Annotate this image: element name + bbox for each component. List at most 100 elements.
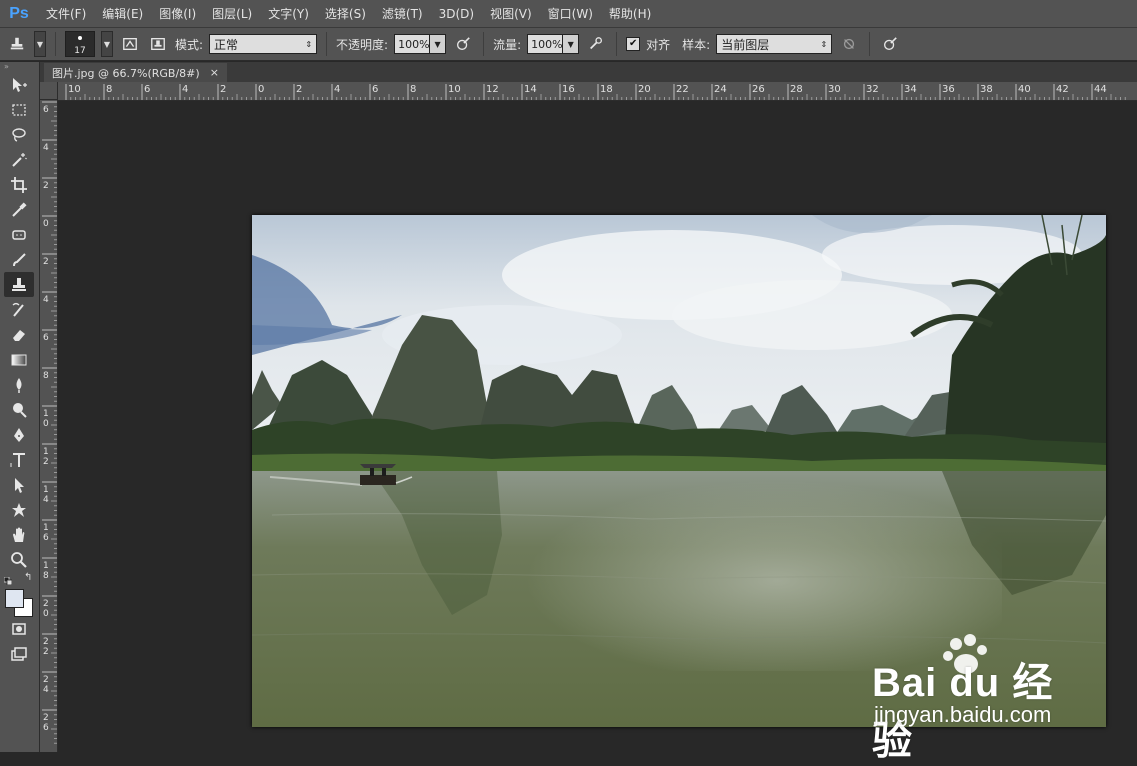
document-image[interactable] xyxy=(252,215,1106,727)
ruler-label: 1 xyxy=(43,561,49,571)
ruler-label: 6 xyxy=(43,333,49,343)
default-colors-icon[interactable] xyxy=(3,574,13,586)
ruler-label: 2 xyxy=(43,675,49,685)
ruler-label: 30 xyxy=(828,84,841,95)
mode-select[interactable]: 正常 ⇕ xyxy=(209,34,318,54)
brush-tool-icon[interactable] xyxy=(4,247,34,272)
ignore-adjustment-layers-icon[interactable] xyxy=(838,33,860,55)
ruler-label: 28 xyxy=(790,84,803,95)
sample-select[interactable]: 当前图层 ⇕ xyxy=(716,34,833,54)
ruler-label: 10 xyxy=(448,84,461,95)
healing-brush-tool-icon[interactable] xyxy=(4,222,34,247)
ruler-label: 1 xyxy=(43,447,49,457)
ruler-label: 32 xyxy=(866,84,879,95)
screen-mode-icon[interactable] xyxy=(4,641,34,666)
crop-tool-icon[interactable] xyxy=(4,172,34,197)
menu-image[interactable]: 图像(I) xyxy=(151,5,204,22)
flow-input[interactable]: 100% xyxy=(527,34,564,54)
ruler-label: 42 xyxy=(1056,84,1069,95)
menu-file[interactable]: 文件(F) xyxy=(38,5,94,22)
zoom-tool-icon[interactable] xyxy=(4,547,34,572)
ruler-label: 1 xyxy=(43,409,49,419)
blur-tool-icon[interactable] xyxy=(4,372,34,397)
path-selection-tool-icon[interactable] xyxy=(4,472,34,497)
custom-shape-tool-icon[interactable] xyxy=(4,497,34,522)
panel-collapse-icon[interactable]: » xyxy=(0,62,39,72)
ruler-label: 4 xyxy=(182,84,188,95)
menu-layer[interactable]: 图层(L) xyxy=(204,5,260,22)
tool-preset-dropdown[interactable]: ▼ xyxy=(34,31,46,57)
lasso-tool-icon[interactable] xyxy=(4,122,34,147)
opacity-input[interactable]: 100% xyxy=(394,34,431,54)
align-checkbox[interactable]: ✔ xyxy=(626,37,641,51)
ruler-label: 10 xyxy=(68,84,81,95)
ruler-label: 0 xyxy=(43,419,49,429)
opacity-label: 不透明度: xyxy=(336,37,389,52)
color-swatches: ↰ xyxy=(0,572,38,617)
vertical-ruler-ticks: 64202468101214161820222426 xyxy=(42,101,57,744)
type-tool-icon[interactable] xyxy=(4,447,34,472)
photoshop-logo: Ps xyxy=(9,4,29,22)
clone-source-panel-icon[interactable] xyxy=(147,33,169,55)
ruler-label: 38 xyxy=(980,84,993,95)
separator xyxy=(55,32,56,56)
menu-edit[interactable]: 编辑(E) xyxy=(94,5,151,22)
sample-label: 样本: xyxy=(682,37,711,52)
ruler-label: 0 xyxy=(43,219,49,229)
close-icon[interactable]: × xyxy=(210,66,219,79)
marquee-tool-icon[interactable] xyxy=(4,97,34,122)
clone-stamp-tool-preset-icon[interactable] xyxy=(6,33,28,55)
gradient-tool-icon[interactable] xyxy=(4,347,34,372)
dodge-tool-icon[interactable] xyxy=(4,397,34,422)
ruler-label: 2 xyxy=(43,257,49,267)
history-brush-tool-icon[interactable] xyxy=(4,297,34,322)
airbrush-icon[interactable] xyxy=(585,33,607,55)
brush-panel-toggle-icon[interactable] xyxy=(119,33,141,55)
ruler-origin[interactable] xyxy=(40,82,58,100)
menu-window[interactable]: 窗口(W) xyxy=(540,5,601,22)
opacity-dropdown[interactable]: ▼ xyxy=(430,34,447,54)
ruler-label: 16 xyxy=(562,84,575,95)
ruler-label: 4 xyxy=(43,495,49,505)
ruler-label: 8 xyxy=(43,571,49,581)
clone-stamp-tool-icon[interactable] xyxy=(4,272,34,297)
menu-view[interactable]: 视图(V) xyxy=(482,5,540,22)
ruler-label: 2 xyxy=(43,713,49,723)
eraser-tool-icon[interactable] xyxy=(4,322,34,347)
menu-help[interactable]: 帮助(H) xyxy=(601,5,659,22)
eyedropper-tool-icon[interactable] xyxy=(4,197,34,222)
menu-3d[interactable]: 3D(D) xyxy=(431,7,482,21)
magic-wand-tool-icon[interactable] xyxy=(4,147,34,172)
sample-value: 当前图层 xyxy=(721,37,770,52)
quick-mask-icon[interactable] xyxy=(4,616,34,641)
brush-preset-picker[interactable]: 17 xyxy=(65,31,95,57)
menu-filter[interactable]: 滤镜(T) xyxy=(374,5,431,22)
hand-tool-icon[interactable] xyxy=(4,522,34,547)
brush-preset-dropdown[interactable]: ▼ xyxy=(101,31,113,57)
pen-tool-icon[interactable] xyxy=(4,422,34,447)
pressure-size-icon[interactable] xyxy=(879,33,901,55)
menu-type[interactable]: 文字(Y) xyxy=(260,5,317,22)
flow-dropdown[interactable]: ▼ xyxy=(563,34,580,54)
ruler-label: 34 xyxy=(904,84,917,95)
swap-colors-icon[interactable]: ↰ xyxy=(24,572,32,583)
opacity-control: 100% ▼ xyxy=(394,34,447,54)
ruler-label: 1 xyxy=(43,485,49,495)
menu-select[interactable]: 选择(S) xyxy=(317,5,374,22)
ruler-label: 4 xyxy=(43,143,49,153)
horizontal-ruler[interactable]: 10 8 6 4 2 0 2 4 6 8 10 12 14 16 18 20 22 24 26 28 30 32 34 36 3… xyxy=(58,82,1137,101)
flow-label: 流量: xyxy=(493,37,522,52)
move-tool-icon[interactable] xyxy=(4,72,34,97)
mode-value: 正常 xyxy=(214,37,239,52)
foreground-color-swatch[interactable] xyxy=(5,589,24,608)
ruler-label: 2 xyxy=(220,84,226,95)
pressure-opacity-icon[interactable] xyxy=(452,33,474,55)
document-tab[interactable]: 图片.jpg @ 66.7%(RGB/8#) × xyxy=(44,63,227,82)
ruler-label: 2 xyxy=(43,637,49,647)
ruler-label: 18 xyxy=(600,84,613,95)
vertical-ruler[interactable]: 64202468101214161820222426 xyxy=(40,100,58,752)
ruler-label: 40 xyxy=(1018,84,1031,95)
mode-label: 模式: xyxy=(175,37,204,52)
ruler-label: 2 xyxy=(43,647,49,657)
ruler-label: 24 xyxy=(714,84,727,95)
